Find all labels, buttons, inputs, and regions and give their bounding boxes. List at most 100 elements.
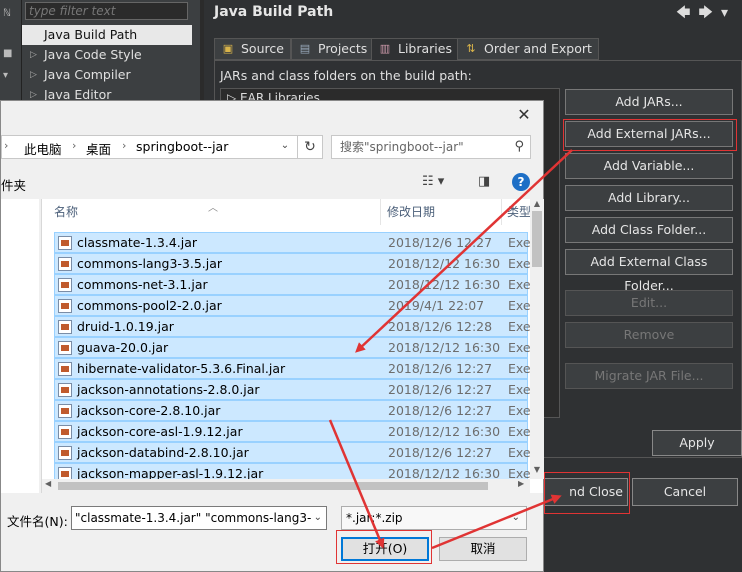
back-arrow-icon[interactable]: 🡄 <box>676 5 698 21</box>
add-class-folder-button[interactable]: Add Class Folder... <box>565 217 733 243</box>
file-type: Exe <box>508 340 531 355</box>
table-row[interactable]: jackson-annotations-2.8.0.jar 2018/12/6 1… <box>54 379 531 400</box>
scroll-left-icon[interactable]: ◀ <box>45 479 51 488</box>
jar-file-icon <box>58 362 72 376</box>
remove-button[interactable]: Remove <box>565 322 733 348</box>
edit-button[interactable]: Edit... <box>565 290 733 316</box>
file-name: jackson-core-asl-1.9.12.jar <box>77 424 243 439</box>
filename-input[interactable]: "classmate-1.3.4.jar" "commons-lang3-3. … <box>71 506 327 530</box>
file-type: Exe <box>508 235 531 250</box>
column-header-name[interactable]: 名称 <box>54 199 78 225</box>
column-header-type[interactable]: 类型 <box>507 199 531 225</box>
preview-pane-icon[interactable]: ◨ <box>478 171 490 193</box>
apply-and-close-button[interactable]: nd Close <box>544 478 628 506</box>
search-input[interactable]: 搜索"springboot--jar" ⚲ <box>331 135 531 159</box>
scroll-down-icon[interactable]: ▼ <box>530 465 544 474</box>
file-date: 2018/12/6 12:27 <box>388 235 493 250</box>
add-external-class-folder-button[interactable]: Add External Class Folder... <box>565 249 733 293</box>
vertical-scrollbar[interactable]: ▲ ▼ <box>530 199 544 479</box>
chevron-down-icon: ⌄ <box>511 512 520 523</box>
file-date: 2018/12/6 12:27 <box>388 382 493 397</box>
table-row[interactable]: hibernate-validator-5.3.6.Final.jar 2018/… <box>54 358 531 379</box>
tab-label: Libraries <box>398 41 452 56</box>
help-icon[interactable]: ? <box>512 173 530 191</box>
column-divider[interactable] <box>501 199 502 225</box>
tree-item-java-compiler[interactable]: ▷ Java Compiler <box>22 65 192 85</box>
file-date: 2018/12/12 16:30 <box>388 340 501 355</box>
file-type: Exe <box>508 403 531 418</box>
jar-file-icon <box>58 341 72 355</box>
scroll-right-icon[interactable]: ▶ <box>518 479 524 488</box>
table-row[interactable]: guava-20.0.jar 2018/12/12 16:30 Exe <box>54 337 531 358</box>
tab-projects[interactable]: ▤ Projects <box>291 38 375 60</box>
scroll-up-icon[interactable]: ▲ <box>530 199 544 208</box>
table-row[interactable]: jackson-databind-2.8.10.jar 2018/12/6 12:… <box>54 442 531 463</box>
file-name: jackson-annotations-2.8.0.jar <box>77 382 260 397</box>
tab-order-and-export[interactable]: ⇅ Order and Export <box>457 38 599 60</box>
breadcrumb-folder[interactable]: springboot--jar <box>136 139 228 154</box>
table-row[interactable]: jackson-core-2.8.10.jar 2018/12/6 12:27 Ex… <box>54 400 531 421</box>
tree-item-java-build-path[interactable]: Java Build Path <box>22 25 192 45</box>
new-folder-button[interactable]: 件夹 <box>1 175 26 194</box>
breadcrumb-desktop[interactable]: 桌面 <box>86 139 111 158</box>
filename-value: "classmate-1.3.4.jar" "commons-lang3-3. <box>75 511 323 525</box>
view-options-icon[interactable]: ☷ ▾ <box>422 171 444 193</box>
history-nav: 🡄🡆▾ <box>676 2 736 26</box>
scrollbar-thumb[interactable] <box>58 482 488 490</box>
source-folder-icon: ▣ <box>222 42 234 55</box>
navigation-pane[interactable] <box>1 199 39 493</box>
chevron-right-icon: › <box>72 139 77 152</box>
tab-label: Projects <box>318 41 368 56</box>
jar-file-icon <box>58 320 72 334</box>
file-list[interactable]: 名称 ︿ 修改日期 类型 classmate-1.3.4.jar 2018/12/… <box>41 199 544 493</box>
file-date: 2018/12/12 16:30 <box>388 424 501 439</box>
forward-arrow-icon[interactable]: 🡆 <box>699 5 721 21</box>
breadcrumb-this-pc[interactable]: 此电脑 <box>24 139 62 158</box>
dropdown-icon[interactable]: ▾ <box>3 70 17 82</box>
filter-input[interactable]: type filter text <box>25 2 188 20</box>
column-header-date[interactable]: 修改日期 <box>387 199 435 225</box>
search-icon: ⚲ <box>514 139 524 154</box>
column-divider[interactable] <box>380 199 381 225</box>
apply-button[interactable]: Apply <box>652 430 742 456</box>
table-row[interactable]: commons-pool2-2.0.jar 2019/4/1 22:07 Exe <box>54 295 531 316</box>
scrollbar-thumb[interactable] <box>532 211 542 267</box>
menu-chevron-icon[interactable]: ▾ <box>721 5 736 21</box>
file-date: 2018/12/6 12:27 <box>388 403 493 418</box>
migrate-jar-button[interactable]: Migrate JAR File... <box>565 363 733 389</box>
file-type-select[interactable]: *.jar;*.zip ⌄ <box>341 506 527 530</box>
chevron-down-icon[interactable]: ⌄ <box>311 507 322 529</box>
file-name: druid-1.0.19.jar <box>77 319 174 334</box>
tree-item-java-code-style[interactable]: ▷ Java Code Style <box>22 45 192 65</box>
jar-file-icon <box>58 425 72 439</box>
jar-file-icon <box>58 299 72 313</box>
add-library-button[interactable]: Add Library... <box>565 185 733 211</box>
open-button[interactable]: 打开(O) <box>341 537 429 561</box>
save-icon[interactable]: ■ <box>3 48 17 60</box>
add-external-jars-button[interactable]: Add External JARs... <box>565 121 733 147</box>
expand-arrow-icon[interactable]: ▷ <box>30 45 37 65</box>
jar-file-icon <box>58 257 72 271</box>
tab-source[interactable]: ▣ Source <box>214 38 291 60</box>
table-row[interactable]: jackson-core-asl-1.9.12.jar 2018/12/12 16… <box>54 421 531 442</box>
file-type-value: *.jar;*.zip <box>346 511 403 525</box>
file-type: Exe <box>508 277 531 292</box>
dialog-cancel-button[interactable]: 取消 <box>439 537 527 561</box>
table-row[interactable]: classmate-1.3.4.jar 2018/12/6 12:27 Exe <box>54 232 531 253</box>
outline-icon[interactable]: ℕ <box>3 8 17 20</box>
add-variable-button[interactable]: Add Variable... <box>565 153 733 179</box>
tab-libraries[interactable]: ▥ Libraries <box>371 38 459 61</box>
add-jars-button[interactable]: Add JARs... <box>565 89 733 115</box>
table-row[interactable]: commons-lang3-3.5.jar 2018/12/12 16:30 Exe <box>54 253 531 274</box>
file-type: Exe <box>508 361 531 376</box>
horizontal-scrollbar[interactable]: ◀ ▶ <box>42 479 530 493</box>
address-history-chevron-icon[interactable]: ⌄ <box>273 135 297 159</box>
expand-arrow-icon[interactable]: ▷ <box>30 65 37 85</box>
close-icon[interactable]: ✕ <box>513 105 535 125</box>
tab-label: Source <box>241 41 284 56</box>
table-row[interactable]: druid-1.0.19.jar 2018/12/6 12:28 Exe <box>54 316 531 337</box>
table-row[interactable]: commons-net-3.1.jar 2018/12/12 16:30 Exe <box>54 274 531 295</box>
cancel-button[interactable]: Cancel <box>632 478 738 506</box>
refresh-icon[interactable]: ↻ <box>297 135 323 159</box>
build-path-tabs: ▣ Source ▤ Projects ▥ Libraries ⇅ Order … <box>214 38 739 61</box>
